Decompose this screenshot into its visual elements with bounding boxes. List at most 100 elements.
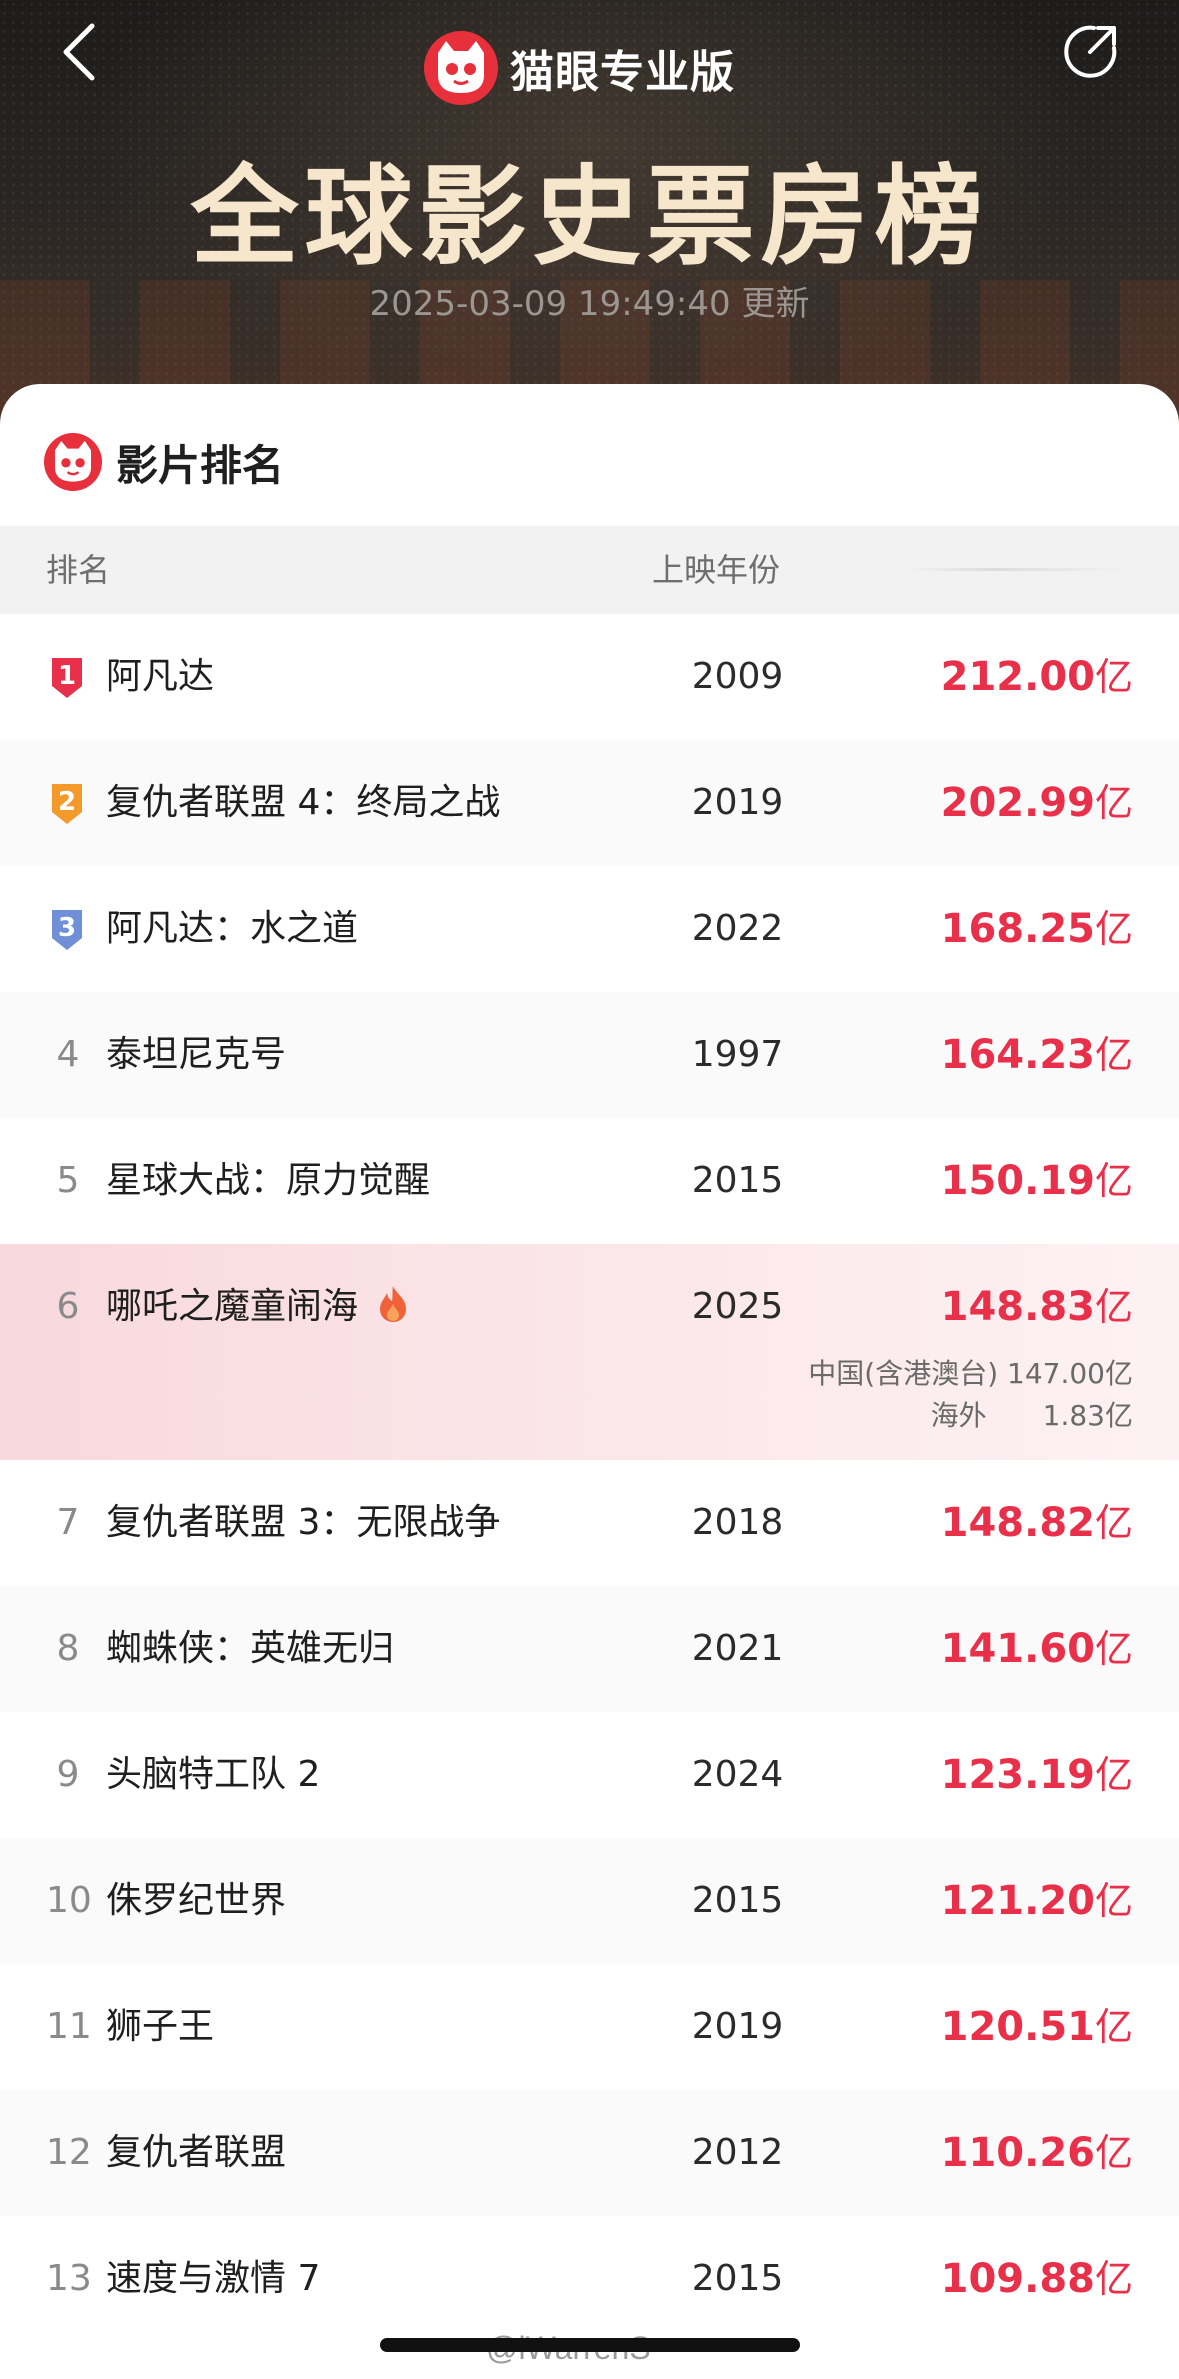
movie-title-text: 复仇者联盟: [106, 2132, 287, 2173]
gross-value: 212.00: [940, 654, 1095, 700]
gross-unit: 亿: [1094, 2131, 1133, 2175]
release-year: 2018: [691, 1502, 784, 1543]
rank-number: 3: [57, 913, 77, 943]
movie-title: 哪吒之魔童闹海: [106, 1244, 410, 1370]
movie-title: 复仇者联盟 3：无限战争: [106, 1460, 500, 1586]
gross-value: 110.26: [940, 2130, 1095, 2176]
table-row[interactable]: 9 头脑特工队 2 2024 123.19亿: [0, 1712, 1179, 1838]
box-office-gross: 150.19亿: [941, 1118, 1133, 1244]
movie-title-text: 速度与激情 7: [106, 2258, 321, 2299]
movie-title-text: 侏罗纪世界: [106, 1880, 287, 1921]
rank-number: 11: [46, 2006, 92, 2047]
table-header: 排名 上映年份: [0, 526, 1179, 614]
page-title: 全球影史票房榜: [190, 155, 989, 280]
movie-title: 侏罗纪世界: [106, 1838, 286, 1964]
gross-china: 中国(含港澳台) 147.00亿: [808, 1357, 1133, 1390]
gross-unit: 亿: [1094, 1753, 1133, 1797]
gross-unit: 亿: [1094, 1879, 1133, 1923]
gross-unit: 亿: [1094, 1285, 1133, 1329]
movie-title: 蜘蛛侠：英雄无归: [106, 1586, 394, 1712]
release-year: 2009: [691, 656, 784, 697]
brand: 猫眼专业版: [424, 30, 735, 106]
gross-overseas: 海外 1.83亿: [930, 1399, 1133, 1432]
box-office-gross: 120.51亿: [941, 1964, 1133, 2090]
release-year: 2025: [691, 1286, 784, 1327]
movie-title: 阿凡达：水之道: [106, 866, 358, 992]
brand-name: 猫眼专业版: [510, 47, 735, 98]
movie-title: 狮子王: [106, 1964, 214, 2090]
rank-number: 6: [56, 1286, 80, 1327]
release-year: 2015: [691, 1160, 784, 1201]
rank-medal-icon: 1: [48, 656, 86, 700]
chevron-left-icon[interactable]: [56, 22, 106, 82]
rank-medal-icon: 3: [48, 908, 86, 952]
movie-title: 泰坦尼克号: [106, 992, 286, 1118]
rank-number: 9: [56, 1754, 80, 1795]
table-row[interactable]: 5 星球大战：原力觉醒 2015 150.19亿: [0, 1118, 1179, 1244]
rank-number: 12: [46, 2132, 92, 2173]
release-year: 2022: [691, 908, 784, 949]
box-office-gross: 121.20亿: [941, 1838, 1133, 1964]
table-row[interactable]: 6 哪吒之魔童闹海 2025 148.83亿 中国(含港澳台) 147.00亿 海外 1.…: [0, 1244, 1179, 1460]
rank-medal-icon: 2: [48, 782, 86, 826]
table-row[interactable]: 2 复仇者联盟 4：终局之战 2019 202.99亿: [0, 740, 1179, 866]
movie-title-text: 阿凡达: [106, 656, 215, 697]
maoyan-logo-icon: [44, 433, 102, 491]
table-row[interactable]: 4 泰坦尼克号 1997 164.23亿: [0, 992, 1179, 1118]
movie-title-text: 阿凡达：水之道: [106, 908, 359, 949]
rank-number: 13: [46, 2258, 92, 2299]
rank-number: 5: [56, 1160, 80, 1201]
movie-title-text: 复仇者联盟 3：无限战争: [106, 1502, 501, 1543]
gross-value: 141.60: [940, 1626, 1095, 1672]
gross-value: 148.82: [940, 1500, 1095, 1546]
gross-value: 109.88: [940, 2256, 1095, 2302]
header-divider: [905, 568, 1125, 571]
rank-number: 8: [56, 1628, 80, 1669]
section-title: 影片排名: [116, 440, 285, 490]
ranking-card: 影片排名 排名 上映年份 1 阿凡达 2009 212.00亿 2 复仇者联盟 4：终局之…: [0, 384, 1179, 2379]
table-row[interactable]: 12 复仇者联盟 2012 110.26亿: [0, 2090, 1179, 2216]
movie-title-text: 泰坦尼克号: [106, 1034, 287, 1075]
gross-value: 150.19: [940, 1158, 1095, 1204]
release-year: 2015: [691, 2258, 784, 2299]
movie-title-text: 头脑特工队 2: [106, 1754, 321, 1795]
table-row[interactable]: 13 速度与激情 7 2015 109.88亿: [0, 2216, 1179, 2342]
box-office-gross: 109.88亿: [941, 2216, 1133, 2342]
release-year: 1997: [691, 1034, 784, 1075]
gross-unit: 亿: [1094, 655, 1133, 699]
gross-unit: 亿: [1094, 907, 1133, 951]
gross-unit: 亿: [1094, 1033, 1133, 1077]
table-row[interactable]: 8 蜘蛛侠：英雄无归 2021 141.60亿: [0, 1586, 1179, 1712]
table-row[interactable]: 3 阿凡达：水之道 2022 168.25亿: [0, 866, 1179, 992]
rank-number: 4: [56, 1034, 80, 1075]
table-row[interactable]: 11 狮子王 2019 120.51亿: [0, 1964, 1179, 2090]
table-row[interactable]: 1 阿凡达 2009 212.00亿: [0, 614, 1179, 740]
movie-title-text: 星球大战：原力觉醒: [106, 1160, 431, 1201]
gross-unit: 亿: [1094, 1627, 1133, 1671]
box-office-gross: 148.82亿: [941, 1460, 1133, 1586]
gross-value: 164.23: [940, 1032, 1095, 1078]
movie-title: 复仇者联盟 4：终局之战: [106, 740, 500, 866]
share-icon[interactable]: [1060, 20, 1122, 82]
update-timestamp: 2025-03-09 19:49:40 更新: [369, 284, 810, 324]
header-year: 上映年份: [652, 551, 781, 589]
box-office-gross: 212.00亿: [941, 614, 1133, 740]
home-indicator[interactable]: [380, 2338, 800, 2352]
gross-value: 121.20: [940, 1878, 1095, 1924]
box-office-gross: 164.23亿: [941, 992, 1133, 1118]
movie-title: 星球大战：原力觉醒: [106, 1118, 430, 1244]
release-year: 2012: [691, 2132, 784, 2173]
section-header: 影片排名: [44, 432, 284, 492]
box-office-gross: 123.19亿: [941, 1712, 1133, 1838]
gross-unit: 亿: [1094, 2257, 1133, 2301]
table-row[interactable]: 10 侏罗纪世界 2015 121.20亿: [0, 1838, 1179, 1964]
rank-number: 2: [57, 787, 77, 817]
gross-value: 123.19: [940, 1752, 1095, 1798]
rank-number: 10: [46, 1880, 92, 1921]
table-row[interactable]: 7 复仇者联盟 3：无限战争 2018 148.82亿: [0, 1460, 1179, 1586]
movie-title: 阿凡达: [106, 614, 214, 740]
movie-title: 头脑特工队 2: [106, 1712, 320, 1838]
movie-title-text: 哪吒之魔童闹海: [106, 1286, 359, 1327]
release-year: 2019: [691, 782, 784, 823]
gross-unit: 亿: [1094, 1501, 1133, 1545]
